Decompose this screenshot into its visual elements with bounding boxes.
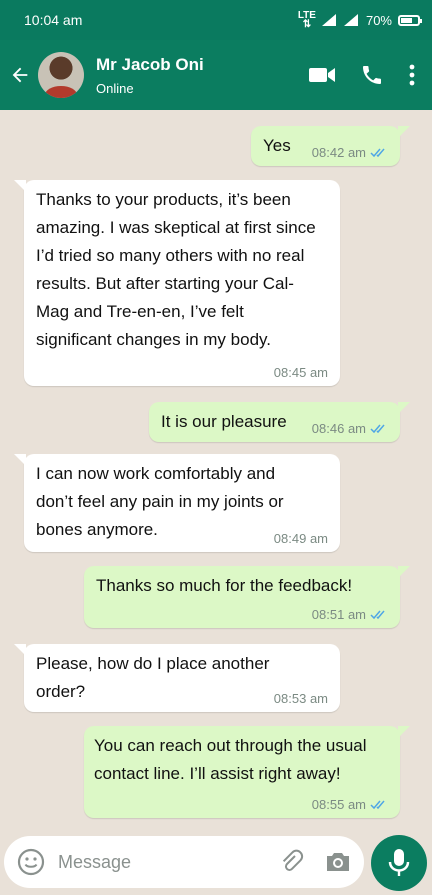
message-time: 08:53 am	[273, 691, 328, 706]
message-time: 08:55 am	[311, 797, 366, 812]
message-meta: 08:53 am	[274, 692, 328, 706]
message-outgoing[interactable]: It is our pleasure 08:46 am	[149, 402, 410, 442]
status-time: 10:04 am	[24, 12, 83, 28]
message-meta: 08:42 am	[312, 146, 388, 160]
message-time: 08:45 am	[273, 365, 328, 380]
read-ticks-icon	[370, 424, 388, 434]
more-vert-icon[interactable]	[408, 64, 416, 86]
message-time: 08:42 am	[311, 145, 366, 160]
chat-header: Mr Jacob Oni Online	[0, 40, 432, 110]
mic-button[interactable]	[371, 835, 427, 891]
message-time: 08:51 am	[311, 607, 366, 622]
status-bar: 10:04 am LTE ⇅ 70%	[0, 0, 432, 40]
mic-icon	[388, 849, 410, 876]
read-ticks-icon	[370, 148, 388, 158]
message-text: Thanks so much for the feedback!	[96, 576, 353, 595]
message-outgoing[interactable]: Thanks so much for the feedback! 08:51 a…	[84, 566, 410, 628]
contact-name: Mr Jacob Oni	[96, 54, 204, 74]
emoji-icon[interactable]	[16, 847, 46, 877]
message-line: Mag and Tre-en-en, I’ve felt	[36, 302, 244, 321]
message-time: 08:46 am	[311, 421, 366, 436]
avatar[interactable]	[38, 52, 84, 98]
signal-icon	[343, 14, 358, 26]
message-line: Thanks to your products, it’s been	[36, 190, 291, 209]
back-button[interactable]	[0, 40, 40, 110]
battery-level	[401, 17, 413, 23]
message-meta: 08:46 am	[312, 422, 388, 436]
phone-icon[interactable]	[360, 63, 384, 87]
message-line: significant changes in my body.	[36, 330, 271, 349]
message-line: results. But after starting your Cal-	[36, 274, 294, 293]
header-actions	[308, 63, 416, 87]
message-line: I’d tried so many others with no real	[36, 246, 305, 265]
message-meta: 08:49 am	[274, 532, 328, 546]
message-line: don’t feel any pain in my joints or	[36, 492, 284, 511]
message-input[interactable]: Message	[58, 852, 278, 873]
message-time: 08:49 am	[273, 531, 328, 546]
battery-percent: 70%	[365, 12, 392, 28]
read-ticks-icon	[370, 610, 388, 620]
message-incoming[interactable]: Please, how do I place another order? 08…	[14, 644, 340, 712]
network-type: LTE ⇅	[297, 10, 316, 30]
message-composer: Message	[4, 836, 364, 888]
signal-icon	[321, 14, 336, 26]
status-indicators: LTE ⇅ 70%	[297, 10, 422, 30]
message-line: I can now work comfortably and	[36, 464, 276, 483]
back-arrow-icon	[12, 67, 28, 83]
message-line: amazing. I was skeptical at first since	[36, 218, 316, 237]
contact-status: Online	[96, 80, 134, 96]
read-ticks-icon	[370, 800, 388, 810]
message-incoming[interactable]: Thanks to your products, it’s been amazi…	[14, 180, 340, 386]
message-outgoing[interactable]: Yes 08:42 am	[251, 126, 410, 166]
message-line: contact line. I’ll assist right away!	[94, 764, 341, 783]
camera-icon[interactable]	[324, 850, 352, 874]
message-meta: 08:55 am	[312, 798, 388, 812]
message-meta: 08:51 am	[312, 608, 388, 622]
message-incoming[interactable]: I can now work comfortably and don’t fee…	[14, 454, 340, 552]
video-call-icon[interactable]	[308, 65, 336, 85]
message-line: Please, how do I place another	[36, 654, 270, 673]
attach-icon[interactable]	[278, 849, 304, 875]
battery-icon	[398, 14, 422, 26]
contact-info[interactable]: Mr Jacob Oni Online	[96, 55, 308, 96]
message-list: Yes 08:42 am Thanks to your products, it…	[0, 110, 432, 828]
message-outgoing[interactable]: You can reach out through the usual cont…	[84, 726, 410, 818]
message-line: You can reach out through the usual	[94, 736, 367, 755]
message-meta: 08:45 am	[274, 366, 328, 380]
